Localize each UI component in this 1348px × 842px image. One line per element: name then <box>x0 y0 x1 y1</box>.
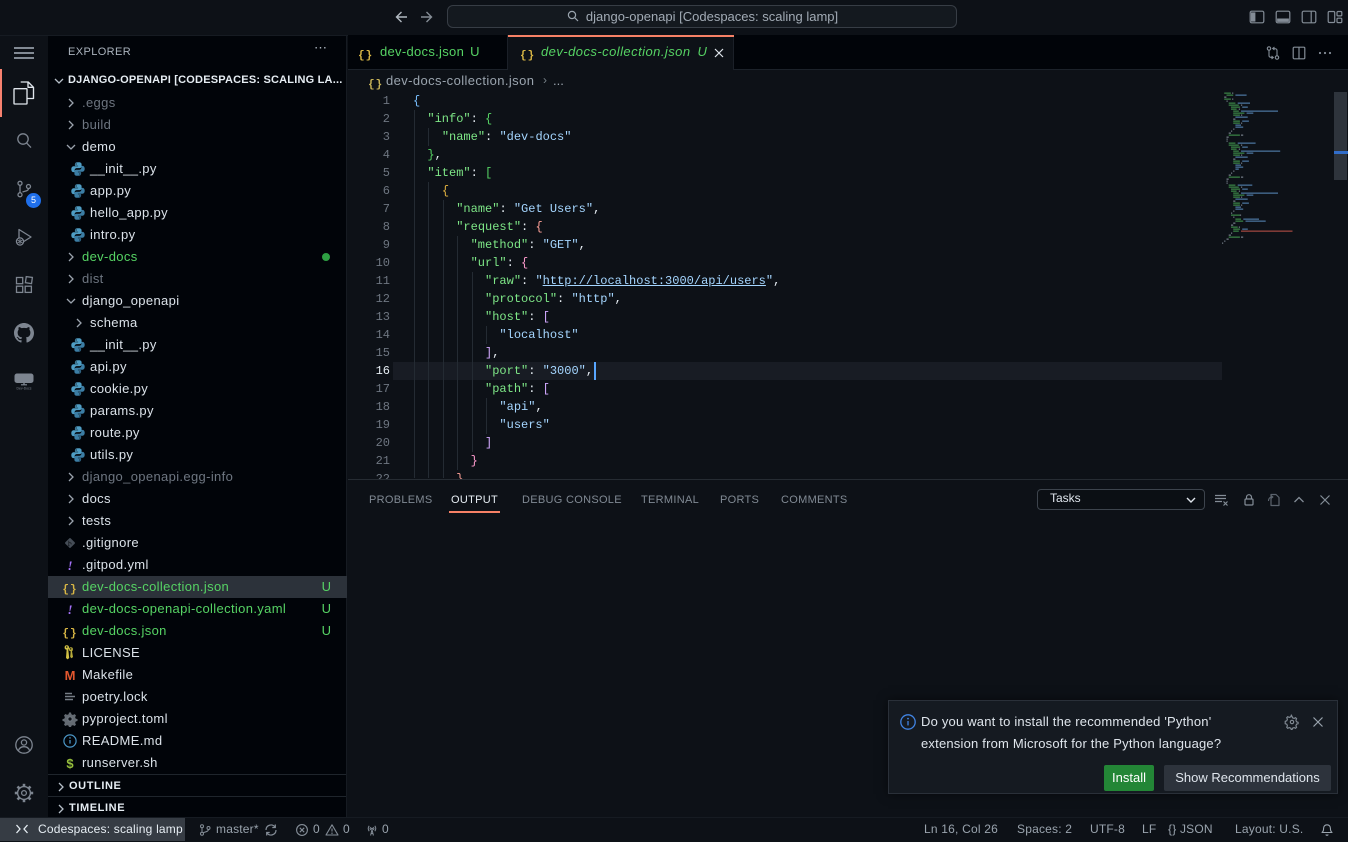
svg-text:Dev-Docs: Dev-Docs <box>17 387 32 391</box>
